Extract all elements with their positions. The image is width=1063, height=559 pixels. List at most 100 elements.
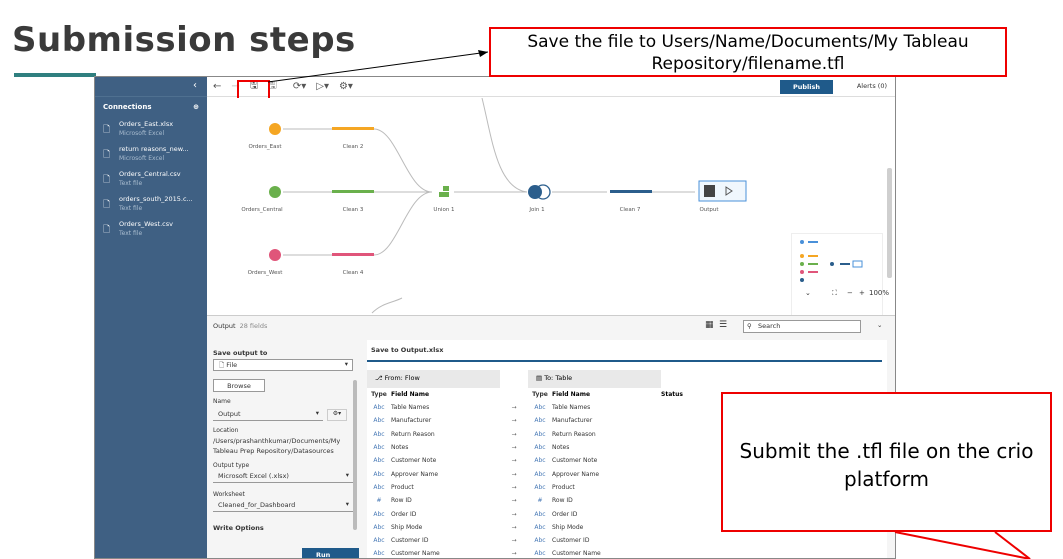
add-connection-icon[interactable]: ⊕ [193,103,199,111]
link-clean4-union [373,191,433,256]
settings-scrollbar[interactable] [353,380,357,530]
connection-name: orders_south_2015.c... [119,195,193,203]
to-field-name: Customer ID [552,537,590,545]
label-orders-east: Orders_East [248,144,282,150]
back-icon[interactable]: ← [213,81,221,92]
refresh-icon[interactable]: ⟳▾ [293,81,306,92]
node-clean3 [332,190,374,193]
flow-minimap[interactable] [791,233,883,315]
from-field-name: Customer Name [391,550,440,558]
node-orders-central [269,186,281,198]
options-icon[interactable]: ⚙▾ [339,81,353,92]
link-partial [371,297,403,314]
map-arrow-icon: → [511,483,517,491]
map-arrow-icon: → [511,457,517,465]
map-arrow-icon: → [511,537,517,545]
collapse-sidebar-icon[interactable]: ‹ [95,77,207,97]
connection-item[interactable]: 🗋 Orders_East.xlsx Microsoft Excel [95,117,207,142]
to-field-name: Customer Name [552,550,601,558]
connection-name: Orders_West.csv [119,220,173,228]
worksheet-select[interactable]: Cleaned_for_Dashboard [213,500,353,512]
field-type-icon: Abc [373,523,385,531]
alerts-button[interactable]: Alerts (0) [857,82,887,90]
fit-to-screen-icon[interactable]: ⛶ [832,289,837,298]
field-type-icon: Abc [534,550,546,558]
flow-icon: ⎇ [375,374,385,382]
from-field-name: Order ID [391,510,417,518]
run-icon[interactable]: ▷▾ [316,81,329,92]
node-union1 [439,186,449,197]
connection-item[interactable]: 🗋 Orders_West.csv Text file [95,217,207,242]
to-table-header: ▤ To: Table [528,370,661,388]
zoom-out-icon[interactable]: − [847,289,853,297]
connection-type: Text file [119,230,143,237]
file-icon: 🗋 [103,125,111,135]
map-arrow-icon: → [511,444,517,452]
collapse-panel-icon[interactable]: ⌄ [877,321,882,329]
zoom-level: 100% [869,289,890,297]
field-type-icon: # [537,497,543,505]
from-field-name: Manufacturer [391,417,432,425]
from-field-name: Customer ID [391,537,429,545]
field-type-icon: Abc [534,510,546,518]
connection-item[interactable]: 🗋 return reasons_new... Microsoft Excel [95,142,207,167]
flow-canvas[interactable]: Orders_East Clean 2 Orders_Central Clean… [207,98,895,315]
to-field-name: Table Names [552,404,591,412]
connection-item[interactable]: 🗋 orders_south_2015.c... Text file [95,192,207,217]
publish-button[interactable]: Publish [780,80,833,94]
connections-heading: Connections [103,103,152,111]
table-row[interactable]: Abc Customer ID → Abc Customer ID [367,534,887,547]
from-field-name: Row ID [391,497,412,505]
callout-tail [894,531,1031,559]
write-options-label: Write Options [213,524,264,532]
grid-view-icon[interactable]: ▦ [705,320,714,330]
field-search-input[interactable]: ⚲ Search [743,320,861,333]
field-type-icon: Abc [373,510,385,518]
save-output-to-select[interactable]: 🗋 File [213,359,353,371]
location-value[interactable]: /Users/prashanthkumar/Documents/My Table… [213,436,343,456]
table-row[interactable]: Abc Customer Name → Abc Customer Name [367,547,887,558]
from-field-name: Ship Mode [391,523,423,531]
map-arrow-icon: → [511,523,517,531]
field-count: 28 fields [239,322,268,330]
save-to-heading: Save to Output.xlsx [371,346,444,354]
to-field-name: Order ID [552,510,578,518]
field-type-icon: Abc [534,417,546,425]
label-clean4: Clean 4 [342,270,364,276]
name-options-icon[interactable]: ⚙▾ [327,409,347,421]
name-label: Name [213,398,231,405]
field-type-icon: Abc [373,537,385,545]
from-field-name: Notes [391,444,409,452]
field-type-icon: # [376,497,382,505]
from-field-header: Field Name [391,391,430,398]
connection-list: 🗋 Orders_East.xlsx Microsoft Excel 🗋 return … [95,117,207,242]
node-clean2 [332,127,374,130]
from-field-name: Product [391,483,414,491]
field-type-icon: Abc [373,550,385,558]
table-icon: ▤ [536,374,545,382]
canvas-scrollbar[interactable] [887,168,892,278]
field-type-icon: Abc [373,417,385,425]
name-input[interactable]: Output [213,409,323,421]
to-field-name: Approver Name [552,470,600,478]
map-arrow-icon: → [511,417,517,425]
connection-type: Microsoft Excel [119,155,165,162]
connection-item[interactable]: 🗋 Orders_Central.csv Text file [95,167,207,192]
map-arrow-icon: → [511,497,517,505]
field-type-icon: Abc [534,404,546,412]
node-orders-east [269,123,281,135]
output-type-select[interactable]: Microsoft Excel (.xlsx) [213,471,353,483]
run-flow-button[interactable]: Run Flow [302,548,359,558]
zoom-in-icon[interactable]: + [859,289,865,297]
field-type-icon: Abc [373,404,385,412]
browse-button[interactable]: Browse [213,379,265,392]
node-clean4 [332,253,374,256]
file-icon: 🗋 [103,175,111,185]
field-type-icon: Abc [373,430,385,438]
output-panel-title: Output [213,322,236,330]
to-type-header: Type [532,391,548,398]
connections-sidebar: ‹ Connections ⊕ 🗋 Orders_East.xlsx Microso… [95,77,207,558]
label-join1: Join 1 [529,207,545,213]
minimap-collapse-icon[interactable]: ⌄ [805,289,811,297]
list-view-icon[interactable]: ☰ [719,320,727,330]
